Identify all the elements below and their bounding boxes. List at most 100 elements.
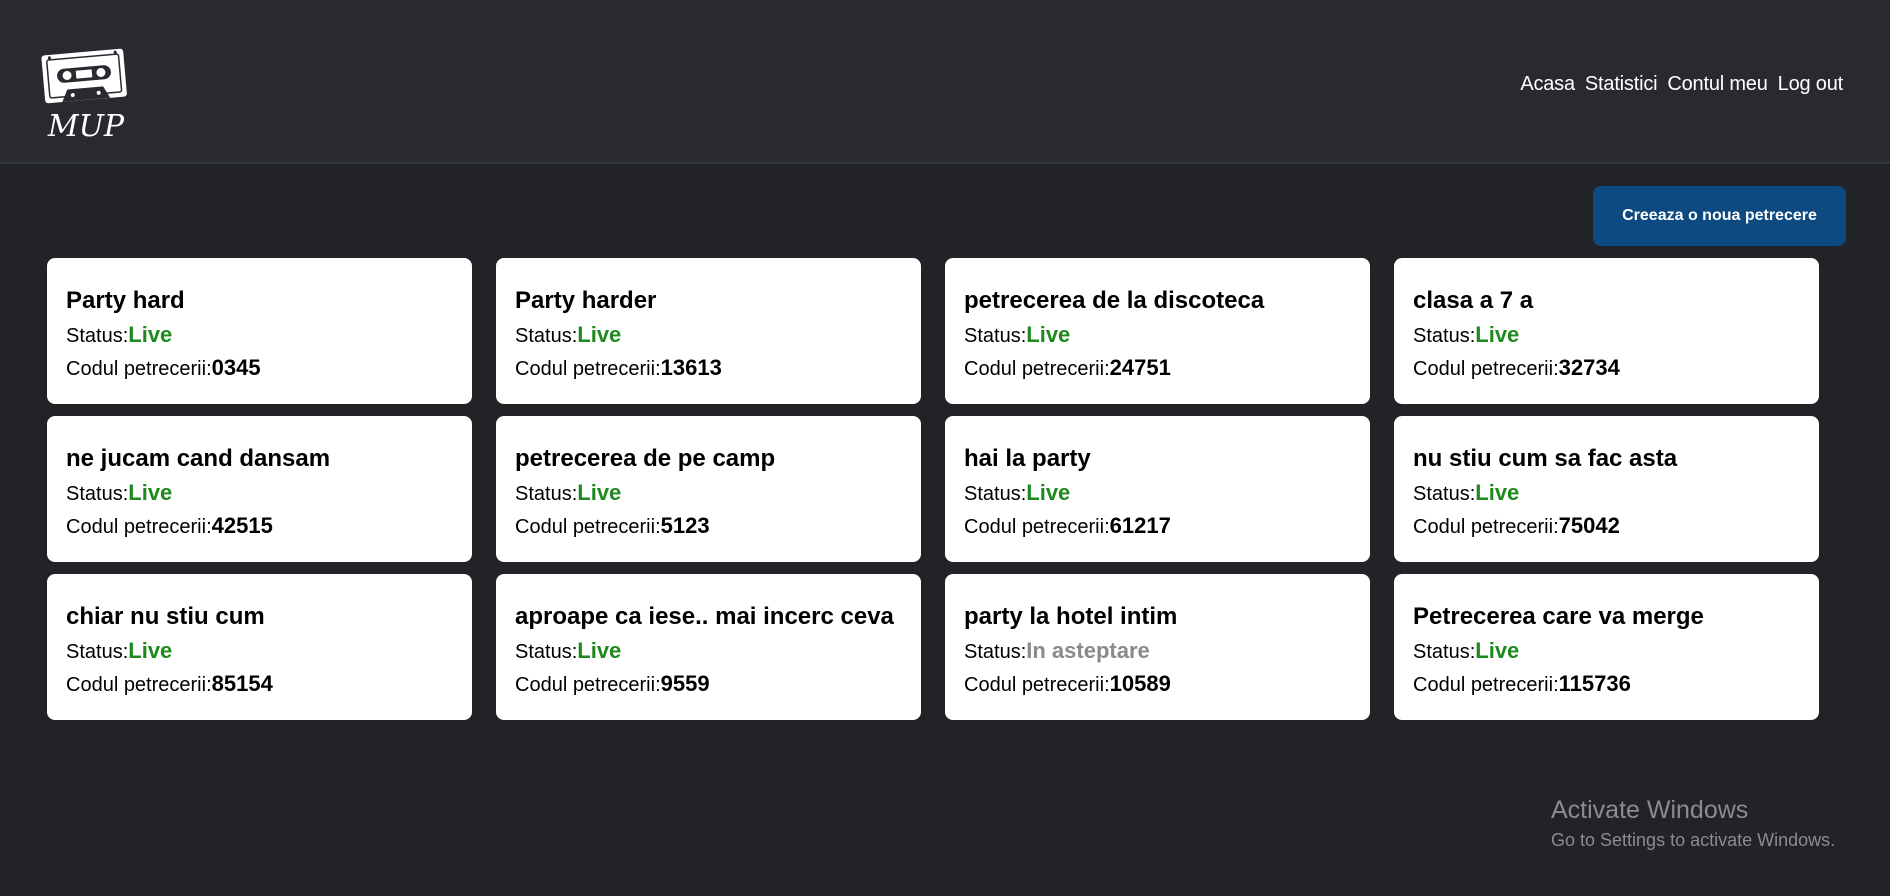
party-code-value: 32734 [1558,355,1620,380]
party-name: nu stiu cum sa fac asta [1413,445,1678,472]
party-status-value: Live [1026,480,1071,505]
cassette-logo-icon[interactable]: MUP [40,44,132,142]
party-status-line: Status:Live [66,635,453,668]
party-code-line: Codul petrecerii:42515 [66,510,453,543]
party-code-line: Codul petrecerii:24751 [964,352,1351,385]
code-label: Codul petrecerii: [515,674,661,696]
party-status-value: Live [128,638,173,663]
party-grid: Party hard Status:Live Codul petrecerii:03… [47,258,1819,720]
code-label: Codul petrecerii: [964,516,1110,538]
party-code-value: 13613 [660,355,722,380]
party-code-line: Codul petrecerii:10589 [964,668,1351,701]
party-code-line: Codul petrecerii:0345 [66,352,453,385]
party-status-value: Live [128,322,173,347]
status-label: Status: [515,483,578,505]
code-label: Codul petrecerii: [1413,516,1559,538]
windows-activation-watermark: Activate Windows Go to Settings to activ… [1551,794,1835,854]
party-name: petrecerea de pe camp [515,445,776,472]
party-card[interactable]: ne jucam cand dansam Status:Live Codul pet… [47,416,472,562]
party-status-line: Status:Live [515,477,902,510]
main-nav: Acasa Statistici Contul meu Log out [1520,73,1843,96]
party-code-value: 10589 [1109,671,1171,696]
party-code-value: 0345 [211,355,261,380]
party-status-line: Status:Live [1413,319,1800,352]
party-status-line: Status:Live [515,635,902,668]
party-status-value: Live [577,638,622,663]
code-label: Codul petrecerii: [1413,674,1559,696]
party-name: Party harder [515,287,657,314]
party-card[interactable]: petrecerea de la discoteca Status:Live Cod… [945,258,1370,404]
watermark-title: Activate Windows [1551,796,1749,824]
party-card[interactable]: nu stiu cum sa fac asta Status:Live Codul … [1394,416,1819,562]
party-code-value: 24751 [1109,355,1171,380]
party-card[interactable]: Party hard Status:Live Codul petrecerii:03… [47,258,472,404]
party-name: hai la party [964,445,1091,472]
status-label: Status: [1413,641,1476,663]
code-label: Codul petrecerii: [66,516,212,538]
status-label: Status: [964,325,1027,347]
nav-link-statistici[interactable]: Statistici [1585,73,1658,96]
party-card[interactable]: petrecerea de pe camp Status:Live Codul pe… [496,416,921,562]
party-status-value: Live [1475,638,1520,663]
party-code-line: Codul petrecerii:13613 [515,352,902,385]
party-status-value: Live [1475,322,1520,347]
code-label: Codul petrecerii: [515,358,661,380]
status-label: Status: [1413,483,1476,505]
party-code-line: Codul petrecerii:75042 [1413,510,1800,543]
party-status-value: Live [1026,322,1071,347]
party-code-value: 61217 [1109,513,1171,538]
party-code-line: Codul petrecerii:85154 [66,668,453,701]
party-status-value: Live [577,322,622,347]
code-label: Codul petrecerii: [515,516,661,538]
party-name: ne jucam cand dansam [66,445,331,472]
party-code-line: Codul petrecerii:115736 [1413,668,1800,701]
status-label: Status: [66,483,129,505]
nav-link-contul-meu[interactable]: Contul meu [1667,73,1767,96]
party-name: party la hotel intim [964,603,1178,630]
status-label: Status: [66,325,129,347]
logo-text: MUP [47,109,125,142]
status-label: Status: [1413,325,1476,347]
party-card[interactable]: hai la party Status:Live Codul petrecerii:… [945,416,1370,562]
party-code-line: Codul petrecerii:5123 [515,510,902,543]
party-status-value: Live [128,480,173,505]
party-card[interactable]: aproape ca iese.. mai incerc ceva Status:… [496,574,921,720]
party-status-line: Status:Live [66,477,453,510]
party-code-value: 5123 [660,513,710,538]
party-status-line: Status:Live [964,477,1351,510]
status-label: Status: [515,325,578,347]
party-code-line: Codul petrecerii:9559 [515,668,902,701]
party-code-value: 115736 [1558,671,1631,696]
party-code-value: 75042 [1558,513,1620,538]
code-label: Codul petrecerii: [1413,358,1559,380]
party-name: Petrecerea care va merge [1413,603,1704,630]
party-name: petrecerea de la discoteca [964,287,1265,314]
party-status-value: In asteptare [1026,638,1150,663]
status-label: Status: [66,641,129,663]
party-card[interactable]: party la hotel intim Status:In asteptare C… [945,574,1370,720]
party-status-line: Status:Live [964,319,1351,352]
party-card[interactable]: chiar nu stiu cum Status:Live Codul petrec… [47,574,472,720]
top-header: MUP Acasa Statistici Contul meu Log out [0,0,1890,164]
status-label: Status: [964,641,1027,663]
nav-link-acasa[interactable]: Acasa [1520,73,1575,96]
code-label: Codul petrecerii: [66,674,212,696]
create-party-button[interactable]: Creeaza o noua petrecere [1593,186,1846,246]
party-card[interactable]: Petrecerea care va merge Status:Live Codul… [1394,574,1819,720]
party-name: chiar nu stiu cum [66,603,265,630]
party-status-value: Live [1475,480,1520,505]
party-card[interactable]: Party harder Status:Live Codul petrecerii:… [496,258,921,404]
party-code-value: 9559 [660,671,710,696]
code-label: Codul petrecerii: [964,358,1110,380]
party-code-value: 85154 [211,671,273,696]
party-code-line: Codul petrecerii:61217 [964,510,1351,543]
party-card[interactable]: clasa a 7 a Status:Live Codul petrecerii:3… [1394,258,1819,404]
nav-link-log-out[interactable]: Log out [1778,73,1844,96]
party-status-line: Status:Live [515,319,902,352]
status-label: Status: [515,641,578,663]
party-name: clasa a 7 a [1413,287,1534,314]
watermark-subtitle: Go to Settings to activate Windows. [1551,830,1836,850]
party-status-line: Status:Live [1413,635,1800,668]
code-label: Codul petrecerii: [66,358,212,380]
party-name: aproape ca iese.. mai incerc ceva [515,603,894,630]
